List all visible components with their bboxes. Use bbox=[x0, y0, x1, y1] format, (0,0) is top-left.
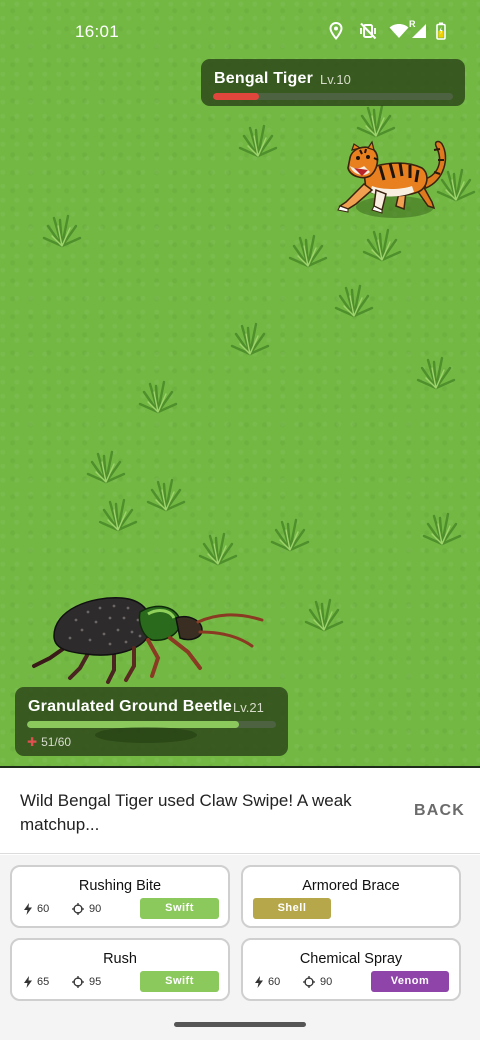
vibrate-off-icon bbox=[360, 22, 377, 40]
crosshair-icon bbox=[72, 903, 84, 915]
grass-tuft bbox=[270, 518, 310, 552]
grass-tuft bbox=[138, 380, 178, 414]
enemy-info-panel: Bengal Tiger Lv.10 bbox=[201, 59, 465, 106]
heart-icon: ✚ bbox=[27, 735, 38, 749]
enemy-level: Lv.10 bbox=[320, 72, 351, 87]
move-power-value: 60 bbox=[37, 903, 50, 915]
move-name: Rushing Bite bbox=[78, 878, 162, 894]
beetle-sprite bbox=[32, 597, 264, 684]
crosshair-icon bbox=[303, 976, 315, 988]
move-power: 60 bbox=[24, 903, 49, 915]
move-type-badge: Shell bbox=[253, 898, 331, 919]
battle-dialog: Wild Bengal Tiger used Claw Swipe! A wea… bbox=[0, 768, 480, 854]
crosshair-icon bbox=[72, 976, 84, 988]
move-type-badge: Venom bbox=[371, 971, 449, 992]
move-accuracy: 90 bbox=[72, 903, 101, 915]
move-card-rush[interactable]: Rush 65 95 Swift bbox=[10, 938, 230, 1001]
status-time: 16:01 bbox=[75, 22, 120, 41]
battery-icon bbox=[436, 22, 446, 40]
grass-tuft bbox=[198, 532, 238, 566]
lightning-icon bbox=[255, 976, 263, 988]
move-name: Rush bbox=[103, 951, 137, 967]
player-info-panel: Granulated Ground Beetle Lv.21 ✚ 51/60 bbox=[15, 687, 288, 756]
home-indicator[interactable] bbox=[174, 1022, 306, 1027]
move-power-value: 65 bbox=[37, 976, 50, 988]
enemy-hp-bar bbox=[213, 93, 453, 100]
status-bar: 16:01 R bbox=[0, 0, 480, 62]
battle-message: Wild Bengal Tiger used Claw Swipe! A wea… bbox=[20, 791, 352, 834]
move-card-rushing-bite[interactable]: Rushing Bite 60 90 Swift bbox=[10, 865, 230, 928]
move-type-badge: Swift bbox=[140, 898, 219, 919]
grass-tuft bbox=[362, 228, 402, 262]
move-name: Chemical Spray bbox=[299, 951, 403, 967]
grass-tuft bbox=[146, 478, 186, 512]
move-power: 65 bbox=[24, 976, 49, 988]
grass-tuft bbox=[238, 124, 278, 158]
grass-tuft bbox=[98, 498, 138, 532]
move-accuracy: 90 bbox=[303, 976, 332, 988]
grass-tuft bbox=[416, 356, 456, 390]
grass-tuft bbox=[86, 450, 126, 484]
move-card-armored-brace[interactable]: Armored Brace Shell bbox=[241, 865, 461, 928]
player-shadow bbox=[95, 727, 197, 743]
move-power-value: 60 bbox=[268, 976, 281, 988]
grass-tuft bbox=[288, 234, 328, 268]
player-hp-readout: ✚ 51/60 bbox=[27, 735, 71, 749]
location-icon bbox=[329, 22, 343, 40]
move-selector: Rushing Bite 60 90 Swift Armored Brace S… bbox=[0, 855, 480, 1040]
player-hp-text: 51/60 bbox=[41, 735, 72, 749]
grass-tuft bbox=[304, 598, 344, 632]
tiger-sprite bbox=[337, 140, 447, 214]
grass-tuft bbox=[42, 214, 82, 248]
lightning-icon bbox=[24, 903, 32, 915]
wifi-icon bbox=[389, 23, 409, 38]
move-card-chemical-spray[interactable]: Chemical Spray 60 90 Venom bbox=[241, 938, 461, 1001]
move-power: 60 bbox=[255, 976, 280, 988]
grass-tuft bbox=[334, 284, 374, 318]
grass-tuft bbox=[422, 512, 462, 546]
move-name: Armored Brace bbox=[302, 878, 400, 894]
grass-tuft bbox=[230, 322, 270, 356]
lightning-icon bbox=[24, 976, 32, 988]
move-accuracy-value: 90 bbox=[320, 976, 333, 988]
enemy-name: Bengal Tiger bbox=[214, 70, 314, 87]
player-level: Lv.21 bbox=[233, 700, 264, 715]
enemy-hp-fill bbox=[213, 93, 259, 100]
back-button[interactable]: BACK bbox=[414, 802, 465, 820]
move-accuracy-value: 95 bbox=[89, 976, 102, 988]
battlefield: 16:01 R Bengal Tiger Lv.10 Granulated Gr… bbox=[0, 0, 480, 766]
player-name: Granulated Ground Beetle bbox=[28, 698, 232, 715]
move-type-badge: Swift bbox=[140, 971, 219, 992]
move-accuracy: 95 bbox=[72, 976, 101, 988]
signal-roaming-badge: R bbox=[409, 19, 416, 29]
move-accuracy-value: 90 bbox=[89, 903, 102, 915]
